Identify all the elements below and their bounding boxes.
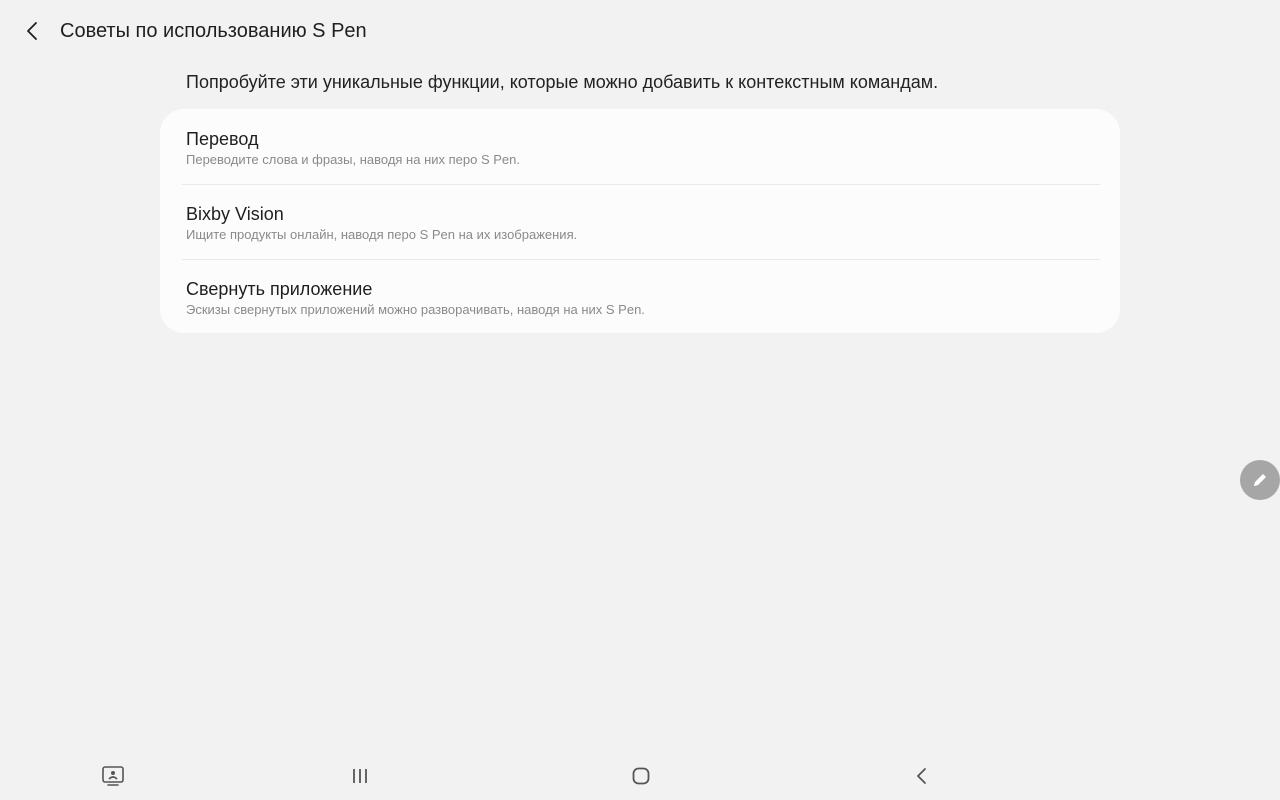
recents-icon	[353, 769, 367, 783]
screenshot-keyboard-icon	[102, 766, 124, 786]
home-icon	[632, 767, 650, 785]
pen-floating-button[interactable]	[1240, 460, 1280, 500]
recents-button[interactable]	[344, 762, 376, 790]
features-card: Перевод Переводите слова и фразы, наводя…	[160, 109, 1120, 333]
item-subtitle: Ищите продукты онлайн, наводя перо S Pen…	[186, 227, 578, 242]
list-item-minimize-app[interactable]: Свернуть приложение Эскизы свернутых при…	[160, 259, 1120, 334]
screenshot-keyboard-button[interactable]	[97, 762, 129, 790]
app-root: Советы по использованию S Pen Попробуйте…	[0, 0, 1280, 800]
item-title: Свернуть приложение	[186, 279, 373, 299]
item-title: Перевод	[186, 129, 259, 149]
list-item-translate[interactable]: Перевод Переводите слова и фразы, наводя…	[160, 109, 1120, 184]
home-button[interactable]	[625, 762, 657, 790]
back-button[interactable]	[16, 14, 50, 48]
nav-back-icon	[917, 768, 926, 784]
header: Советы по использованию S Pen	[0, 0, 1280, 62]
list-item-bixby-vision[interactable]: Bixby Vision Ищите продукты онлайн, наво…	[160, 184, 1120, 259]
chevron-left-icon	[27, 22, 37, 40]
item-title: Bixby Vision	[186, 204, 284, 224]
navigation-bar	[0, 752, 1280, 800]
nav-back-button[interactable]	[906, 762, 938, 790]
item-subtitle: Эскизы свернутых приложений можно развор…	[186, 302, 645, 317]
page-title: Советы по использованию S Pen	[60, 20, 367, 42]
item-subtitle: Переводите слова и фразы, наводя на них …	[186, 152, 521, 167]
pencil-icon	[1254, 474, 1266, 486]
intro-text: Попробуйте эти уникальные функции, котор…	[186, 72, 939, 92]
